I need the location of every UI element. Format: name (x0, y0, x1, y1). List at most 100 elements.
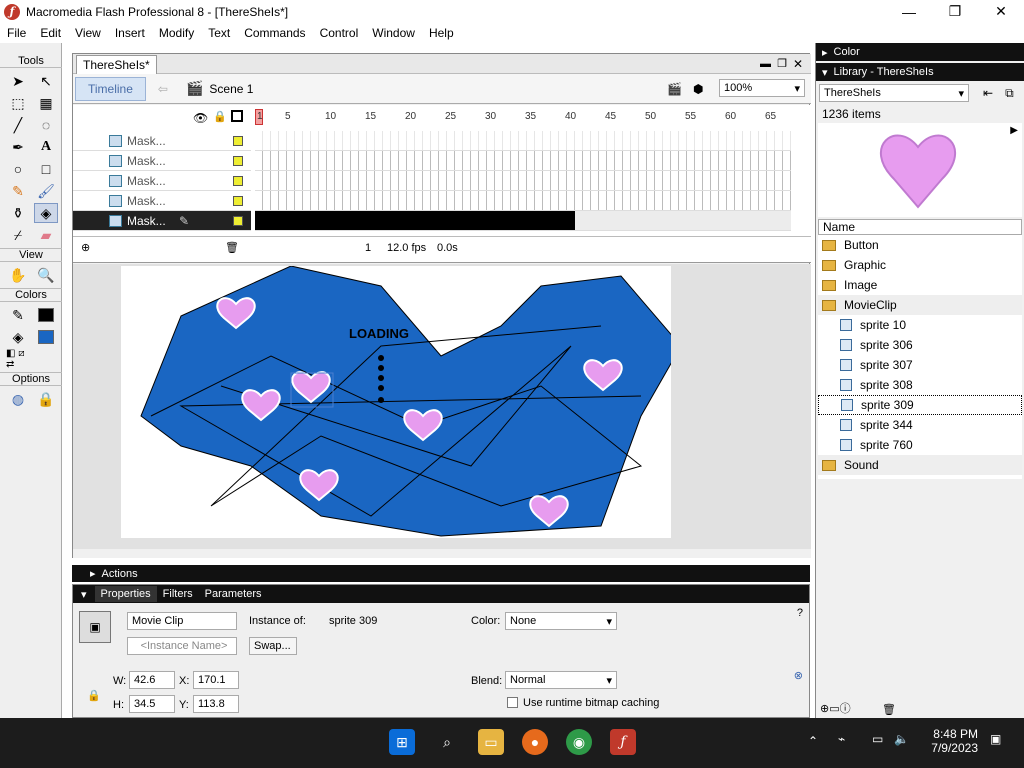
menu-window[interactable]: Window (365, 26, 422, 40)
layer-row[interactable]: Mask... (73, 171, 251, 191)
library-delete-icon[interactable]: 🗑 (882, 703, 896, 716)
play-preview-icon[interactable]: ▶ (1010, 125, 1018, 136)
tab-parameters[interactable]: Parameters (199, 586, 268, 602)
menu-commands[interactable]: Commands (237, 26, 312, 40)
library-select[interactable]: ThereSheIs ▾ (819, 84, 969, 102)
file-explorer-icon[interactable]: ▭ (478, 729, 504, 755)
swap-button[interactable]: Swap... (249, 637, 297, 655)
tab-filters[interactable]: Filters (157, 586, 199, 602)
menu-help[interactable]: Help (422, 26, 461, 40)
stage-horizontal-scrollbar[interactable] (73, 549, 811, 558)
lock-icon[interactable]: 🔒 (213, 110, 227, 123)
color-select[interactable]: None ▾ (505, 612, 617, 630)
free-transform-tool-icon[interactable]: ⬚ (6, 93, 30, 113)
chrome-icon[interactable]: ◉ (566, 729, 592, 755)
ink-bottle-tool-icon[interactable]: ⚱ (6, 203, 30, 223)
library-item[interactable]: sprite 10 (818, 315, 1022, 335)
chevron-up-icon[interactable]: ⌃ (808, 734, 818, 748)
instance-name-input[interactable]: <Instance Name> (127, 637, 237, 655)
library-item-selected[interactable]: sprite 309 (818, 395, 1022, 415)
menu-insert[interactable]: Insert (108, 26, 152, 40)
new-library-icon[interactable]: ⧉ (1005, 86, 1014, 101)
lock-fill-icon[interactable]: 🔒 (34, 389, 58, 409)
brush-tool-icon[interactable]: 🖌 (34, 181, 58, 201)
x-input[interactable]: 170.1 (193, 671, 239, 689)
tab-properties[interactable]: Properties (94, 586, 157, 602)
frame-row[interactable] (255, 151, 791, 171)
edit-scene-icon[interactable]: 🎬 (667, 82, 682, 96)
menu-control[interactable]: Control (313, 26, 366, 40)
blend-select[interactable]: Normal ▾ (505, 671, 617, 689)
layer-row-selected[interactable]: Mask... ✎ (73, 211, 251, 231)
library-folder[interactable]: MovieClip (818, 295, 1022, 315)
clock[interactable]: 8:48 PM 7/9/2023 (926, 727, 978, 755)
lock-icon[interactable]: 🔒 (87, 689, 101, 702)
symbol-type-select[interactable]: Movie Clip (127, 612, 237, 630)
fill-color-icon[interactable]: ◈ (6, 327, 30, 347)
fill-transform-tool-icon[interactable]: ▦ (34, 93, 58, 113)
rectangle-tool-icon[interactable]: □ (34, 159, 58, 179)
speaker-icon[interactable]: 🔈 (894, 732, 909, 746)
timeline-button[interactable]: Timeline (75, 76, 146, 101)
y-input[interactable]: 113.8 (193, 695, 239, 713)
outline-icon[interactable] (231, 110, 243, 122)
eraser-tool-icon[interactable]: ▰ (34, 225, 58, 245)
library-item[interactable]: sprite 760 (818, 435, 1022, 455)
maximize-button[interactable]: ❐ (932, 0, 978, 23)
name-column-header[interactable]: Name (818, 219, 1022, 235)
hand-tool-icon[interactable]: ✋ (6, 265, 30, 285)
frame-row[interactable] (255, 131, 791, 151)
pen-tool-icon[interactable]: ✒ (6, 137, 30, 157)
actions-panel-header[interactable]: ▸ Actions (72, 565, 810, 582)
text-tool-icon[interactable]: A (34, 137, 58, 157)
gap-size-icon[interactable]: ◍ (6, 389, 30, 409)
menu-file[interactable]: File (0, 26, 33, 40)
line-tool-icon[interactable]: ╱ (6, 115, 30, 135)
minimize-button[interactable]: — (886, 0, 932, 23)
menu-edit[interactable]: Edit (33, 26, 68, 40)
menu-view[interactable]: View (68, 26, 108, 40)
menu-modify[interactable]: Modify (152, 26, 201, 40)
library-item[interactable]: sprite 344 (818, 415, 1022, 435)
library-panel-header[interactable]: ▾ Library - ThereSheIs (816, 63, 1024, 81)
selection-tool-icon[interactable]: ➤ (6, 71, 30, 91)
layer-row[interactable]: Mask... (73, 191, 251, 211)
lasso-tool-icon[interactable]: ◌ (34, 115, 58, 135)
doc-restore-icon[interactable]: ❐ (777, 57, 787, 70)
zoom-tool-icon[interactable]: 🔍 (34, 265, 58, 285)
eye-icon[interactable]: 👁 (193, 111, 208, 125)
library-folder[interactable]: Button (818, 235, 1022, 255)
firefox-icon[interactable]: ● (522, 729, 548, 755)
bitmap-caching-checkbox[interactable] (507, 697, 518, 708)
fill-color-swatch[interactable] (34, 327, 58, 347)
close-button[interactable]: ✕ (978, 0, 1024, 23)
flash-taskbar-icon[interactable]: ƒ (610, 729, 636, 755)
height-input[interactable]: 34.5 (129, 695, 175, 713)
frame-row[interactable] (255, 171, 791, 191)
library-folder[interactable]: Sound (818, 455, 1022, 475)
stage[interactable]: LOADING (121, 265, 682, 538)
menu-text[interactable]: Text (201, 26, 237, 40)
subselection-tool-icon[interactable]: ↖ (34, 71, 58, 91)
default-colors-icon[interactable]: ◧ ⧄ ⇄ (6, 348, 30, 370)
doc-minimize-icon[interactable]: ▬ (760, 58, 771, 70)
layer-row[interactable]: Mask... (73, 151, 251, 171)
display-icon[interactable]: ▭ (872, 732, 883, 746)
network-icon[interactable]: ⌁ (838, 732, 845, 746)
eyedropper-tool-icon[interactable]: ⌿ (6, 225, 30, 245)
frame-row-selected[interactable] (255, 211, 791, 231)
width-input[interactable]: 42.6 (129, 671, 175, 689)
oval-tool-icon[interactable]: ○ (6, 159, 30, 179)
close-panel-icon[interactable]: ⊗ (794, 669, 803, 682)
edit-symbols-icon[interactable]: ⬢ (693, 82, 703, 96)
library-item[interactable]: sprite 307 (818, 355, 1022, 375)
library-footer-icons[interactable]: ⊕▭ⓘ (820, 700, 851, 716)
pin-icon[interactable]: ⇤ (983, 86, 993, 100)
zoom-select[interactable]: 100% ▾ (719, 79, 805, 97)
pencil-tool-icon[interactable]: ✎ (6, 181, 30, 201)
notification-icon[interactable]: ▣ (990, 732, 1001, 746)
help-icon[interactable]: ? (797, 607, 803, 619)
start-icon[interactable]: ⊞ (389, 729, 415, 755)
back-arrow-icon[interactable]: ⇦ (158, 82, 168, 96)
doc-close-icon[interactable]: ✕ (793, 57, 803, 71)
